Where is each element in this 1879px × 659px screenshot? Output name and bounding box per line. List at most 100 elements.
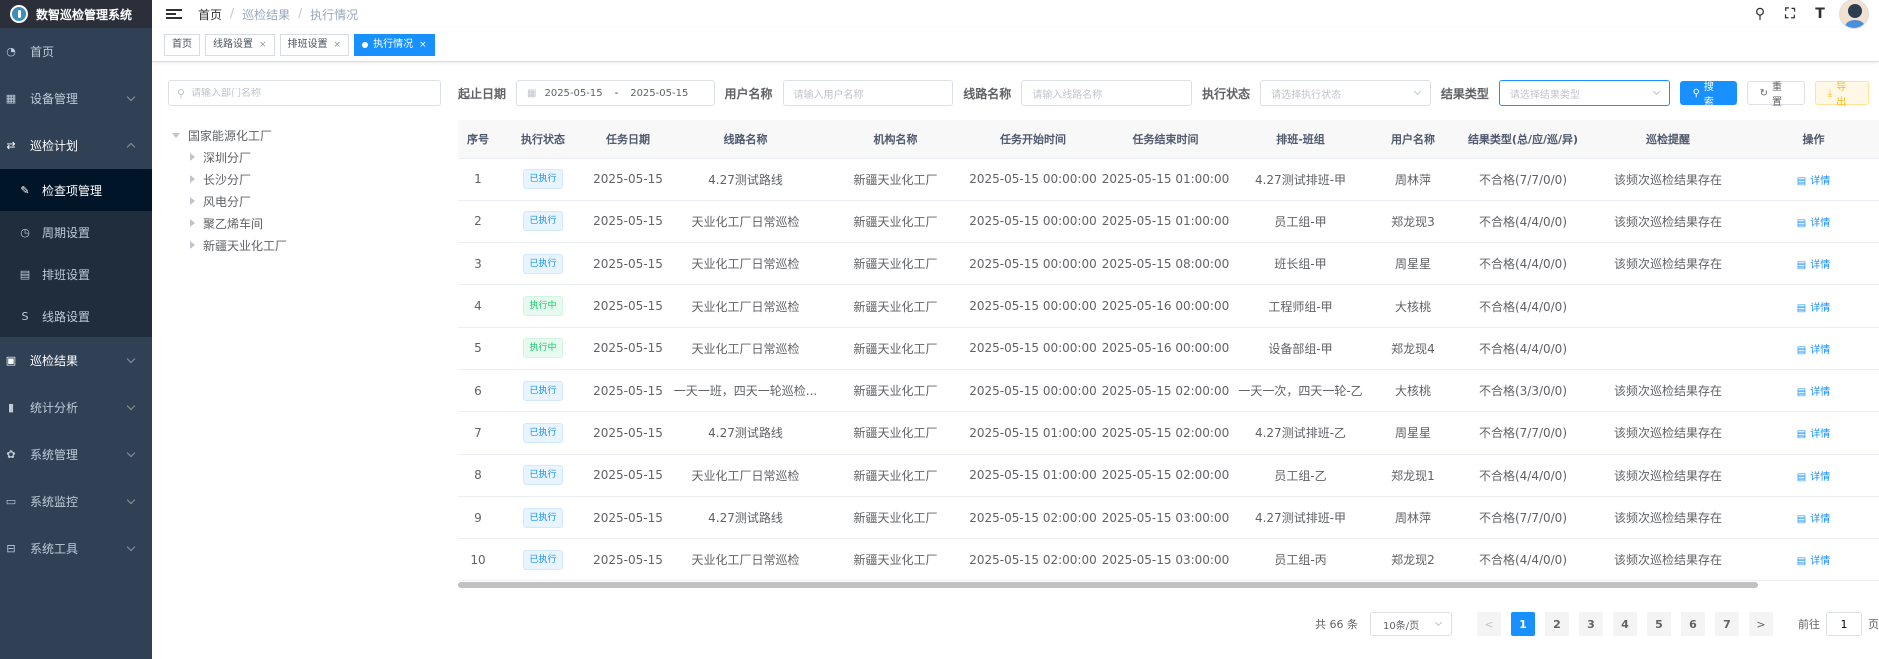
breadcrumb-item-result[interactable]: 巡检结果 [242, 6, 290, 23]
page-number-button[interactable]: 3 [1579, 612, 1603, 636]
page-number-button[interactable]: 2 [1545, 612, 1569, 636]
goto-page-input[interactable] [1826, 612, 1862, 636]
sidebar-subitem-shift[interactable]: ▤ 排班设置 [0, 253, 152, 295]
goto-page: 前往 页 [1798, 612, 1879, 636]
page-number-button[interactable]: 1 [1511, 612, 1535, 636]
close-icon[interactable]: × [259, 35, 267, 55]
breadcrumb-item-home[interactable]: 首页 [198, 6, 222, 23]
caret-right-icon[interactable] [190, 241, 195, 249]
search-button[interactable]: ⚲ 搜索 [1679, 81, 1737, 108]
caret-right-icon[interactable] [190, 219, 195, 227]
sidebar-item-tools[interactable]: ⊟ 系统工具 [0, 525, 152, 572]
column-header: 结果类型(总/应/巡/异) [1458, 120, 1588, 159]
table-cell: 2025-05-15 00:00:00 [968, 284, 1098, 328]
table-cell: 2025-05-15 [588, 158, 668, 201]
detail-link[interactable]: ▤ 详情 [1797, 429, 1830, 440]
route-name-input[interactable]: 请输入线路名称 [1021, 80, 1193, 106]
caret-down-icon[interactable] [172, 132, 180, 138]
prev-page-button[interactable]: < [1477, 612, 1501, 636]
reset-button[interactable]: ↻ 重置 [1746, 81, 1805, 108]
next-page-button[interactable]: > [1749, 612, 1773, 636]
tree-node[interactable]: 风电分厂 [172, 190, 287, 212]
detail-link[interactable]: ▤ 详情 [1797, 260, 1830, 271]
sidebar-subitem-cycle[interactable]: ◷ 周期设置 [0, 211, 152, 253]
caret-right-icon[interactable] [190, 153, 195, 161]
table-row: 10 已执行 2025-05-15 天业化工厂日常巡检 新疆天业化工厂 2025-05-1… [458, 538, 1879, 582]
operation-cell: ▤ 详情 [1748, 242, 1879, 286]
fullscreen-icon[interactable]: ⛶ [1775, 6, 1805, 22]
tag-shift-settings[interactable]: 排班设置 × [279, 33, 350, 56]
sidebar-item-result[interactable]: ▣ 巡检结果 [0, 337, 152, 384]
document-icon: ▤ [1796, 556, 1807, 568]
user-name-input[interactable]: 请输入用户名称 [782, 80, 954, 106]
tree-node[interactable]: 深圳分厂 [172, 146, 287, 168]
page-number-button[interactable]: 7 [1715, 612, 1739, 636]
tree-node[interactable]: 长沙分厂 [172, 168, 287, 190]
tag-route-settings[interactable]: 线路设置 × [205, 33, 275, 56]
table-cell: 4.27测试排班-甲 [1233, 496, 1368, 540]
tag-execution[interactable]: 执行情况 × [354, 33, 435, 56]
search-icon[interactable]: ⚲ [1745, 6, 1775, 22]
caret-right-icon[interactable] [190, 175, 195, 183]
sidebar-item-monitor[interactable]: ▭ 系统监控 [0, 478, 152, 525]
sidebar-item-device[interactable]: ▦ 设备管理 [0, 75, 152, 122]
sidebar-item-stats[interactable]: ▮ 统计分析 [0, 384, 152, 431]
date-range-picker[interactable]: ▦ 2025-05-15 - 2025-05-15 [516, 80, 715, 106]
detail-link[interactable]: ▤ 详情 [1797, 387, 1830, 398]
result-type-select[interactable]: 请选择结果类型 [1498, 80, 1670, 106]
navbar: 首页 / 巡检结果 / 执行情况 ⚲ ⛶ T [152, 0, 1879, 29]
table-cell: 员工组-丙 [1233, 538, 1368, 582]
tree-node[interactable]: 聚乙烯车间 [172, 212, 287, 234]
sidebar-item-system[interactable]: ✿ 系统管理 [0, 431, 152, 478]
result-icon: ▣ [5, 354, 17, 367]
sidebar-item-plan[interactable]: ⇄ 巡检计划 [0, 122, 152, 169]
tree-node-root[interactable]: 国家能源化工厂 [172, 124, 287, 146]
tree-node-label: 国家能源化工厂 [188, 128, 273, 143]
logo[interactable]: 数智巡检管理系统 [0, 0, 152, 28]
tag-home[interactable]: 首页 [164, 33, 200, 56]
detail-link[interactable]: ▤ 详情 [1797, 176, 1830, 187]
sidebar-subitem-route[interactable]: S 线路设置 [0, 295, 152, 337]
page-size-select[interactable]: 10条/页 [1370, 612, 1452, 636]
sidebar-item-home[interactable]: ◔ 首页 [0, 28, 152, 75]
table-cell: 新疆天业化工厂 [823, 369, 968, 413]
breadcrumb-item-current: 执行情况 [310, 7, 359, 22]
detail-link[interactable]: ▤ 详情 [1797, 345, 1830, 356]
table-cell: 2025-05-15 03:00:00 [1098, 538, 1233, 582]
navbar-actions: ⚲ ⛶ T [1745, 0, 1879, 29]
table-cell: 2025-05-15 01:00:00 [968, 454, 1098, 497]
table-cell: 4.27测试路线 [668, 496, 823, 540]
dept-search-input[interactable] [191, 87, 422, 99]
avatar[interactable] [1839, 0, 1869, 29]
status-select[interactable]: 请选择执行状态 [1260, 80, 1431, 106]
hamburger-icon[interactable] [166, 7, 182, 21]
detail-link[interactable]: ▤ 详情 [1797, 303, 1830, 314]
logo-icon [10, 5, 28, 23]
detail-link-label: 详情 [1810, 556, 1831, 568]
page-number-button[interactable]: 4 [1613, 612, 1637, 636]
export-button[interactable]: ⤓ 导出 [1814, 81, 1869, 108]
horizontal-scrollbar[interactable] [458, 582, 1758, 588]
reset-button-label: 重置 [1772, 82, 1783, 108]
font-size-icon[interactable]: T [1805, 6, 1835, 22]
sidebar-subitem-check-items[interactable]: ✎ 检查项管理 [0, 169, 152, 211]
close-icon[interactable]: × [419, 35, 427, 55]
detail-link[interactable]: ▤ 详情 [1797, 472, 1830, 483]
detail-link[interactable]: ▤ 详情 [1797, 218, 1830, 229]
page-number-button[interactable]: 5 [1647, 612, 1671, 636]
table-cell: 郑龙现1 [1368, 454, 1458, 497]
tool-icon: ⊟ [6, 542, 16, 555]
page-number-button[interactable]: 6 [1681, 612, 1705, 636]
operation-cell: ▤ 详情 [1748, 369, 1879, 413]
table-cell: 2025-05-15 [588, 284, 668, 328]
table-cell: 天业化工厂日常巡检 [668, 538, 823, 582]
result-label: 结果类型 [1440, 86, 1489, 101]
caret-right-icon[interactable] [190, 197, 195, 205]
tree-node[interactable]: 新疆天业化工厂 [172, 234, 287, 256]
status-badge: 执行中 [523, 338, 563, 359]
sidebar-item-label: 首页 [30, 45, 55, 59]
sidebar-item-label: 系统管理 [30, 448, 79, 462]
detail-link[interactable]: ▤ 详情 [1797, 556, 1830, 567]
close-icon[interactable]: × [334, 35, 342, 55]
detail-link[interactable]: ▤ 详情 [1797, 514, 1830, 525]
